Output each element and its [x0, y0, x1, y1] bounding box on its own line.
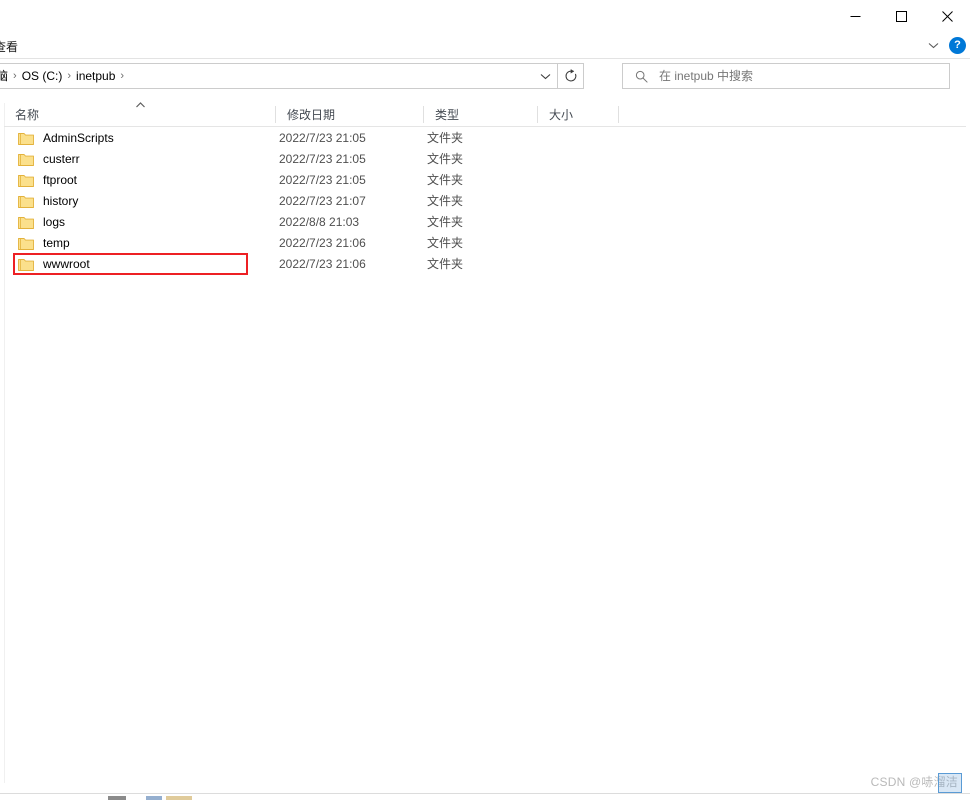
folder-icon — [18, 237, 34, 250]
refresh-button[interactable] — [558, 63, 584, 89]
table-row[interactable]: history 2022/7/23 21:07 文件夹 — [4, 191, 966, 212]
sort-ascending-icon — [133, 100, 147, 109]
cell-date-modified: 2022/7/23 21:05 — [279, 131, 366, 145]
cell-date-modified: 2022/8/8 21:03 — [279, 215, 360, 229]
cell-name[interactable]: wwwroot — [4, 254, 272, 275]
column-header-date-label: 修改日期 — [287, 108, 336, 122]
file-name-label: ftproot — [43, 173, 78, 187]
title-bar — [0, 0, 970, 32]
breadcrumb-separator[interactable]: › — [119, 68, 125, 84]
folder-icon — [18, 258, 34, 271]
file-name-label: temp — [43, 236, 70, 250]
cell-name[interactable]: AdminScripts — [4, 128, 272, 149]
column-header-type[interactable]: 类型 — [424, 103, 537, 126]
search-box[interactable]: 在 inetpub 中搜索 — [622, 63, 950, 89]
cell-name[interactable]: custerr — [4, 149, 272, 170]
table-row[interactable]: custerr 2022/7/23 21:05 文件夹 — [4, 149, 966, 170]
column-header-type-label: 类型 — [435, 108, 460, 122]
search-input[interactable]: 在 inetpub 中搜索 — [659, 68, 753, 84]
table-row[interactable]: ftproot 2022/7/23 21:05 文件夹 — [4, 170, 966, 191]
cell-type: 文件夹 — [427, 215, 464, 229]
cell-date-modified: 2022/7/23 21:06 — [279, 257, 366, 271]
address-bar-row: 脑 › OS (C:) › inetpub › 在 inetpub 中搜索 — [0, 63, 970, 89]
ribbon-divider — [0, 58, 970, 59]
file-list[interactable]: AdminScripts 2022/7/23 21:05 文件夹 custerr 202… — [4, 128, 966, 783]
cell-date-modified: 2022/7/23 21:05 — [279, 152, 366, 166]
help-label: ? — [954, 39, 961, 51]
search-icon — [633, 68, 649, 84]
cell-date-modified: 2022/7/23 21:07 — [279, 194, 366, 208]
column-header-row: 名称 修改日期 类型 大小 — [4, 100, 966, 127]
ribbon-tab-bar: 查看 ? — [0, 32, 970, 59]
folder-icon — [18, 132, 34, 145]
chevron-down-icon — [540, 73, 550, 79]
address-history-dropdown[interactable] — [533, 64, 557, 88]
maximize-icon — [895, 10, 907, 22]
minimize-icon — [850, 15, 860, 17]
tab-view-label: 查看 — [0, 40, 19, 54]
folder-icon — [18, 174, 34, 187]
cell-name[interactable]: logs — [4, 212, 272, 233]
column-header-name-label: 名称 — [15, 108, 40, 122]
cell-name[interactable]: temp — [4, 233, 272, 254]
ribbon-right-controls: ? — [923, 32, 966, 59]
folder-icon — [18, 195, 34, 208]
file-name-label: custerr — [43, 152, 80, 166]
magnifier-icon — [635, 70, 648, 83]
tab-view[interactable]: 查看 — [0, 40, 24, 59]
cell-name[interactable]: ftproot — [4, 170, 272, 191]
table-row[interactable]: logs 2022/8/8 21:03 文件夹 — [4, 212, 966, 233]
cell-type: 文件夹 — [427, 152, 464, 166]
close-button[interactable] — [924, 0, 970, 32]
breadcrumb-item-inetpub[interactable]: inetpub — [72, 66, 119, 86]
expand-ribbon-button[interactable] — [923, 36, 943, 56]
breadcrumb-item-this-pc[interactable]: 脑 — [0, 66, 12, 86]
breadcrumb-item-os-c[interactable]: OS (C:) — [18, 66, 67, 86]
cell-type: 文件夹 — [427, 194, 464, 208]
status-bar-divider — [0, 793, 970, 794]
file-name-label: wwwroot — [43, 257, 90, 271]
breadcrumb: 脑 › OS (C:) › inetpub › — [0, 64, 533, 88]
folder-icon — [18, 216, 34, 229]
cell-type: 文件夹 — [427, 257, 464, 271]
caret-up-icon — [135, 101, 145, 107]
column-header-size[interactable]: 大小 — [538, 103, 618, 126]
cell-type: 文件夹 — [427, 236, 464, 250]
file-name-label: logs — [43, 215, 66, 229]
minimize-button[interactable] — [832, 0, 878, 32]
table-row[interactable]: wwwroot 2022/7/23 21:06 文件夹 — [4, 254, 966, 275]
cell-date-modified: 2022/7/23 21:06 — [279, 236, 366, 250]
cell-type: 文件夹 — [427, 131, 464, 145]
refresh-icon — [565, 69, 576, 82]
column-header-name[interactable]: 名称 — [4, 100, 275, 126]
chevron-down-icon — [928, 43, 938, 49]
file-explorer-window: 查看 ? 脑 › OS (C:) › inetpub › 在 inetpub 中… — [0, 0, 970, 800]
ribbon-tab-list: 查看 — [0, 32, 24, 59]
column-header-date-modified[interactable]: 修改日期 — [276, 103, 423, 126]
column-header-size-label: 大小 — [549, 108, 574, 122]
file-name-label: AdminScripts — [43, 131, 114, 145]
maximize-button[interactable] — [878, 0, 924, 32]
help-button[interactable]: ? — [949, 37, 966, 54]
close-icon — [941, 10, 953, 22]
cell-type: 文件夹 — [427, 173, 464, 187]
column-divider[interactable] — [618, 106, 619, 123]
address-bar[interactable]: 脑 › OS (C:) › inetpub › — [0, 63, 558, 89]
cell-date-modified: 2022/7/23 21:05 — [279, 173, 366, 187]
table-row[interactable]: temp 2022/7/23 21:06 文件夹 — [4, 233, 966, 254]
table-row[interactable]: AdminScripts 2022/7/23 21:05 文件夹 — [4, 128, 966, 149]
file-name-label: history — [43, 194, 79, 208]
folder-icon — [18, 153, 34, 166]
cell-name[interactable]: history — [4, 191, 272, 212]
